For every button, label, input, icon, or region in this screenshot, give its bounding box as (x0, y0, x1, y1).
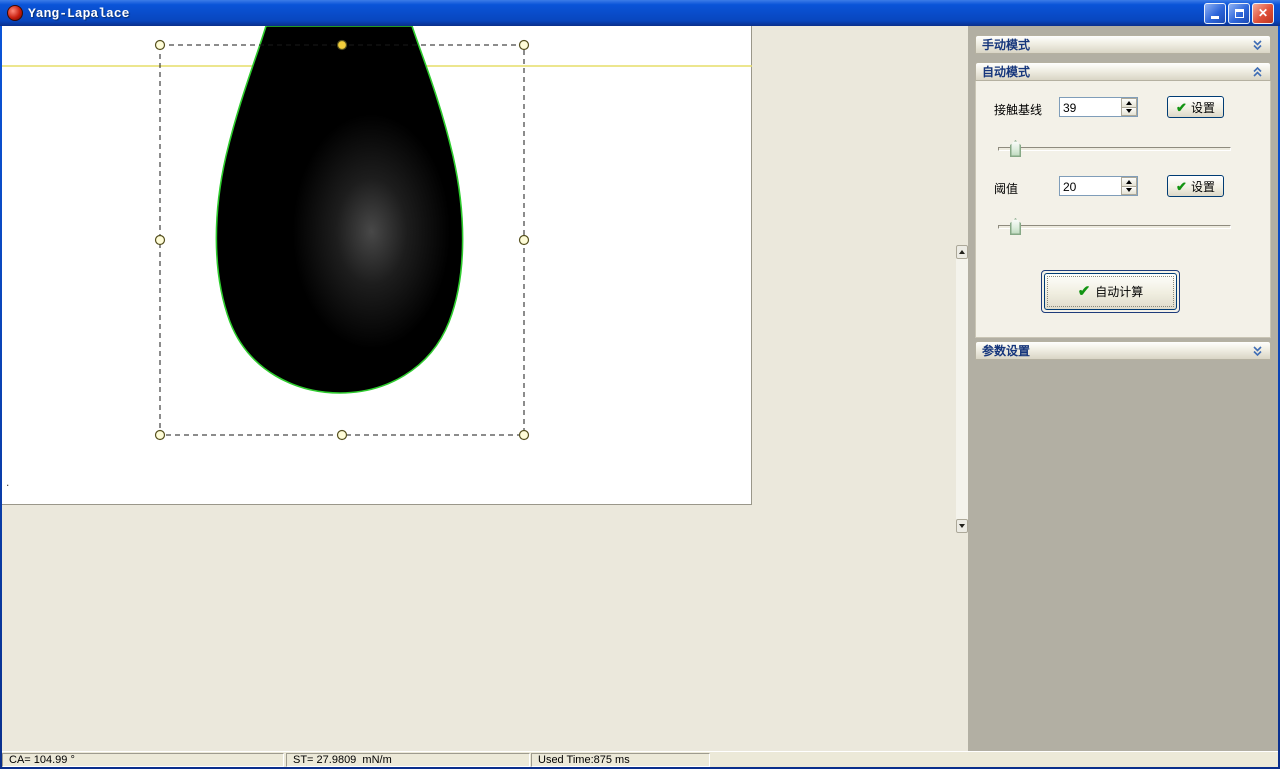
pendant-drop (216, 26, 462, 393)
control-panel: 手动模式 自动模式 接触基线 (968, 26, 1278, 751)
status-surface-tension: ST= 27.9809 mN/m (286, 753, 530, 767)
minimize-button[interactable] (1204, 3, 1226, 24)
title-bar: Yang-Lapalace ✕ (0, 0, 1280, 26)
handle-bottom-right[interactable] (520, 431, 529, 440)
threshold-slider-track[interactable] (998, 225, 1231, 229)
manual-mode-title: 手动模式 (982, 36, 1030, 53)
auto-mode-panel: 接触基线 ✔ 设置 阈值 (975, 81, 1271, 338)
handle-bottom-mid[interactable] (338, 431, 347, 440)
window-controls: ✕ (1204, 3, 1274, 24)
drop-image-svg: . (2, 26, 752, 505)
stray-dot: . (6, 475, 9, 489)
arrow-up-icon (959, 250, 965, 254)
spin-up-icon (1126, 101, 1132, 105)
threshold-input[interactable] (1060, 177, 1121, 195)
baseline-slider-thumb[interactable] (1010, 140, 1021, 157)
threshold-slider[interactable] (998, 218, 1231, 236)
threshold-spin-up-button[interactable] (1121, 177, 1137, 187)
scrollbar-track[interactable] (956, 259, 968, 519)
handle-mid-right[interactable] (520, 236, 529, 245)
spin-up-icon (1126, 180, 1132, 184)
arrow-down-icon (959, 524, 965, 528)
spin-down-icon (1126, 188, 1132, 192)
app-icon (7, 5, 23, 21)
auto-calc-label: 自动计算 (1095, 283, 1143, 300)
handle-top-mid[interactable] (338, 41, 347, 50)
scroll-up-button[interactable] (956, 245, 968, 259)
threshold-spin-down-button[interactable] (1121, 187, 1137, 196)
chevron-double-down-icon[interactable] (1251, 345, 1264, 357)
param-settings-title: 参数设置 (982, 342, 1030, 359)
handle-bottom-left[interactable] (156, 431, 165, 440)
minimize-icon (1211, 16, 1219, 19)
threshold-spinbox (1059, 176, 1138, 196)
check-icon: ✔ (1176, 180, 1187, 193)
close-button[interactable]: ✕ (1252, 3, 1274, 24)
baseline-slider-track[interactable] (998, 147, 1231, 151)
window-title: Yang-Lapalace (28, 6, 1204, 21)
threshold-label: 阈值 (994, 180, 1018, 197)
check-icon: ✔ (1176, 101, 1187, 114)
handle-mid-left[interactable] (156, 236, 165, 245)
baseline-spin-up-button[interactable] (1121, 98, 1137, 108)
threshold-set-label: 设置 (1191, 178, 1215, 195)
threshold-slider-thumb[interactable] (1010, 218, 1021, 235)
maximize-icon (1235, 9, 1244, 18)
status-contact-angle: CA= 104.99 ° (2, 753, 284, 767)
handle-top-left[interactable] (156, 41, 165, 50)
baseline-spinbox (1059, 97, 1138, 117)
baseline-label: 接触基线 (994, 101, 1042, 118)
scroll-down-button[interactable] (956, 519, 968, 533)
baseline-slider[interactable] (998, 140, 1231, 158)
status-used-time: Used Time:875 ms (531, 753, 710, 767)
baseline-spin-buttons (1121, 98, 1137, 116)
handle-top-right[interactable] (520, 41, 529, 50)
auto-mode-header[interactable]: 自动模式 (975, 62, 1271, 81)
auto-calc-button-wrap: ✔ 自动计算 (1041, 270, 1180, 313)
chevron-double-up-icon[interactable] (1251, 66, 1264, 78)
baseline-input[interactable] (1060, 98, 1121, 116)
vertical-scrollbar[interactable] (956, 245, 968, 533)
threshold-set-button[interactable]: ✔ 设置 (1167, 175, 1224, 197)
status-bar: CA= 104.99 ° ST= 27.9809 mN/m Used Time:… (2, 751, 1278, 767)
threshold-spin-buttons (1121, 177, 1137, 195)
maximize-button[interactable] (1228, 3, 1250, 24)
auto-calc-button[interactable]: ✔ 自动计算 (1044, 273, 1177, 310)
image-canvas[interactable]: . (2, 26, 752, 505)
spin-down-icon (1126, 109, 1132, 113)
baseline-set-button[interactable]: ✔ 设置 (1167, 96, 1224, 118)
param-settings-header[interactable]: 参数设置 (975, 341, 1271, 360)
auto-mode-title: 自动模式 (982, 63, 1030, 80)
app-window: Yang-Lapalace ✕ (0, 0, 1280, 769)
chevron-double-down-icon[interactable] (1251, 39, 1264, 51)
baseline-spin-down-button[interactable] (1121, 108, 1137, 117)
close-icon: ✕ (1258, 7, 1268, 19)
check-icon: ✔ (1078, 284, 1091, 299)
manual-mode-header[interactable]: 手动模式 (975, 35, 1271, 54)
baseline-set-label: 设置 (1191, 99, 1215, 116)
